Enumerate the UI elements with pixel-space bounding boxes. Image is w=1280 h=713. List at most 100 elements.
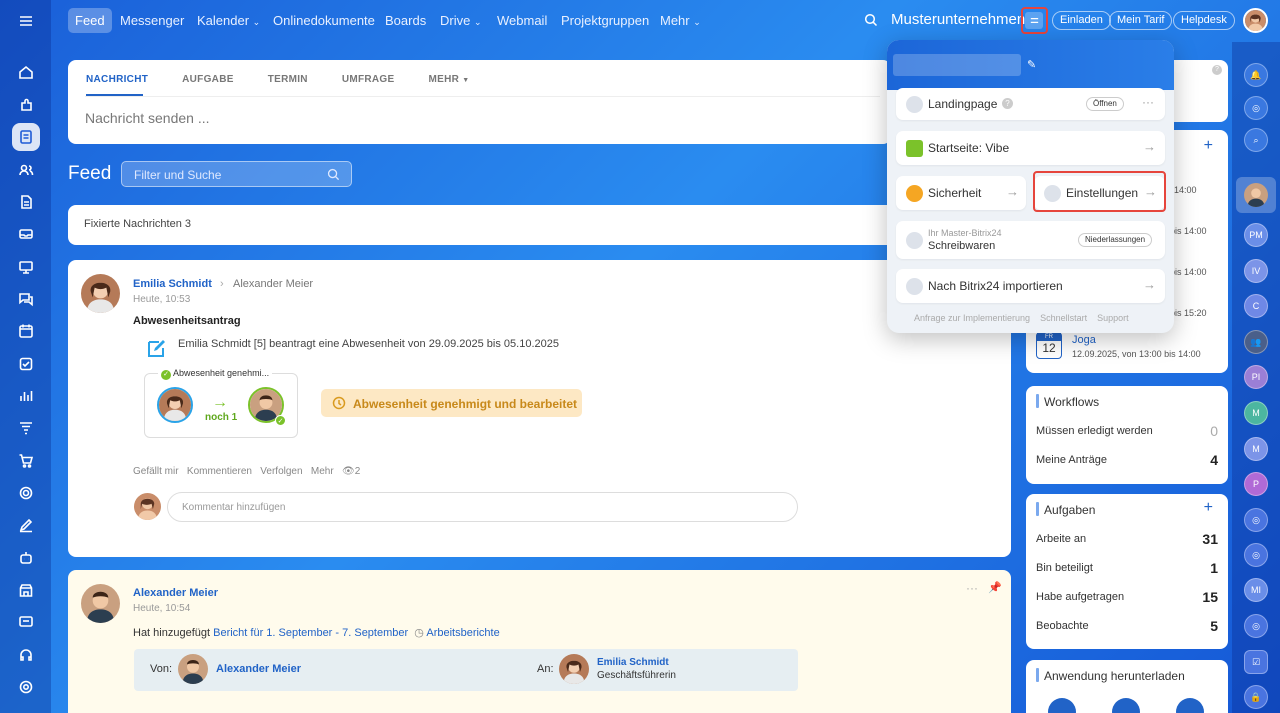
tariff-button[interactable]: Mein Tarif xyxy=(1109,11,1173,30)
landingpage-item[interactable]: Landingpage ? Öffnen ··· xyxy=(896,88,1165,120)
menu-icon[interactable] xyxy=(12,7,40,35)
post-recipient[interactable]: Alexander Meier xyxy=(233,278,313,290)
tasks-check-icon[interactable]: ☑ xyxy=(1244,650,1268,674)
like-action[interactable]: Gefällt mir xyxy=(133,466,179,477)
post-author[interactable]: Emilia Schmidt xyxy=(133,278,212,290)
tab-termin[interactable]: TERMIN xyxy=(268,74,308,85)
edit-pencil-icon[interactable]: ✎ xyxy=(1027,58,1036,71)
chart-icon[interactable] xyxy=(12,382,40,410)
company-name-field[interactable] xyxy=(893,54,1021,76)
import-item[interactable]: Nach Bitrix24 importieren → xyxy=(896,269,1165,303)
apple-icon[interactable] xyxy=(1048,698,1076,713)
follow-action[interactable]: Verfolgen xyxy=(260,466,302,477)
chat-avatar-pm[interactable]: PM xyxy=(1244,223,1268,247)
nav-mehr[interactable]: Mehr ⌄ xyxy=(653,8,708,33)
help-icon[interactable]: ? xyxy=(1212,65,1222,75)
add-task-icon[interactable]: + xyxy=(1204,499,1213,517)
implementation-link[interactable]: Anfrage zur Implementierung xyxy=(914,313,1030,323)
windows-icon[interactable] xyxy=(1112,698,1140,713)
nav-drive[interactable]: Drive ⌄ xyxy=(433,8,489,33)
appstore-icon[interactable] xyxy=(1176,698,1204,713)
nav-onlinedokumente[interactable]: Onlinedokumente xyxy=(266,8,382,33)
support-link[interactable]: Support xyxy=(1097,313,1129,323)
branches-button[interactable]: Niederlassungen xyxy=(1078,233,1153,247)
task-row-label[interactable]: Bin beteiligt xyxy=(1036,562,1093,574)
chat-avatar-alexander[interactable] xyxy=(1244,183,1268,207)
author-avatar[interactable] xyxy=(81,274,120,313)
chat-avatar-p[interactable]: P xyxy=(1244,472,1268,496)
settings-gear-icon[interactable] xyxy=(12,673,40,701)
target-icon[interactable] xyxy=(12,479,40,507)
notifications-bell-icon[interactable]: 🔔 xyxy=(1244,63,1268,87)
chat-avatar-m2[interactable]: M xyxy=(1244,437,1268,461)
search-icon[interactable] xyxy=(327,168,340,184)
author-avatar[interactable] xyxy=(81,584,120,623)
post-author[interactable]: Alexander Meier xyxy=(133,587,218,599)
to-name[interactable]: Emilia Schmidt xyxy=(597,657,669,668)
event-title[interactable]: Joga xyxy=(1072,334,1096,346)
company-name[interactable]: Musterunternehmen xyxy=(891,11,1025,28)
task-row-label[interactable]: Arbeite an xyxy=(1036,533,1086,545)
chat-avatar-pi[interactable]: PI xyxy=(1244,365,1268,389)
more-dots-icon[interactable]: ··· xyxy=(966,581,978,595)
cart-icon[interactable] xyxy=(12,447,40,475)
tab-nachricht[interactable]: NACHRICHT xyxy=(86,74,148,85)
filter-search-input[interactable]: Filter und Suche xyxy=(121,161,352,187)
tab-aufgabe[interactable]: AUFGABE xyxy=(182,74,234,85)
chat-copilot-icon-2[interactable]: ◎ xyxy=(1244,543,1268,567)
task-check-icon[interactable] xyxy=(12,350,40,378)
user-avatar[interactable] xyxy=(1243,8,1268,33)
inbox-icon[interactable] xyxy=(12,220,40,248)
reports-link[interactable]: Arbeitsberichte xyxy=(426,627,499,639)
chat-icon[interactable] xyxy=(12,285,40,313)
nav-boards[interactable]: Boards xyxy=(378,8,433,33)
approver-avatar-emilia[interactable] xyxy=(157,387,193,423)
chat-avatar-group[interactable]: 👥 xyxy=(1244,330,1268,354)
report-link[interactable]: Bericht für 1. September - 7. September xyxy=(213,627,408,639)
task-row-label[interactable]: Beobachte xyxy=(1036,620,1089,632)
nav-feed[interactable]: Feed xyxy=(68,8,112,33)
pinned-messages-bar[interactable]: Fixierte Nachrichten 3 xyxy=(68,205,891,245)
comment-input[interactable]: Kommentar hinzufügen xyxy=(167,492,798,522)
nav-messenger[interactable]: Messenger xyxy=(113,8,191,33)
chat-avatar-mi[interactable]: MI xyxy=(1244,578,1268,602)
quickstart-link[interactable]: Schnellstart xyxy=(1040,313,1087,323)
from-avatar[interactable] xyxy=(178,654,208,684)
workflow-row-label[interactable]: Meine Anträge xyxy=(1036,454,1107,466)
headset-icon[interactable] xyxy=(12,641,40,669)
tab-umfrage[interactable]: UMFRAGE xyxy=(342,74,395,85)
chat-search-icon[interactable]: ⌕ xyxy=(1244,128,1268,152)
chat-copilot-icon-3[interactable]: ◎ xyxy=(1244,614,1268,638)
comment-action[interactable]: Kommentieren xyxy=(187,466,252,477)
chat-avatar-iv[interactable]: IV xyxy=(1244,259,1268,283)
calendar-icon[interactable] xyxy=(12,317,40,345)
chat-avatar-m1[interactable]: M xyxy=(1244,401,1268,425)
message-input[interactable]: Nachricht senden ... xyxy=(85,110,210,126)
company-settings-toggle-icon[interactable] xyxy=(1025,12,1043,29)
startpage-item[interactable]: Startseite: Vibe → xyxy=(896,131,1165,165)
nav-projektgruppen[interactable]: Projektgruppen xyxy=(554,8,656,33)
contacts-icon[interactable] xyxy=(12,156,40,184)
from-name[interactable]: Alexander Meier xyxy=(216,663,301,675)
invite-button[interactable]: Einladen xyxy=(1052,11,1111,30)
security-item[interactable]: Sicherheit → xyxy=(896,176,1026,210)
home-icon[interactable] xyxy=(12,58,40,86)
workflow-row-label[interactable]: Müssen erledigt werden xyxy=(1036,425,1153,437)
robot-icon[interactable] xyxy=(12,544,40,572)
master-bitrix-item[interactable]: Ihr Master-Bitrix24 Schreibwaren Niederl… xyxy=(896,221,1165,259)
more-dots-icon[interactable]: ··· xyxy=(1142,95,1154,109)
puzzle-icon[interactable] xyxy=(12,91,40,119)
nav-kalender[interactable]: Kalender ⌄ xyxy=(190,8,267,33)
helpdesk-button[interactable]: Helpdesk xyxy=(1173,11,1235,30)
funnel-icon[interactable] xyxy=(12,414,40,442)
feed-icon[interactable] xyxy=(12,123,40,151)
open-button[interactable]: Öffnen xyxy=(1086,97,1124,111)
add-event-icon[interactable]: + xyxy=(1204,137,1213,155)
nav-webmail[interactable]: Webmail xyxy=(490,8,554,33)
tab-mehr[interactable]: MEHR ▼ xyxy=(428,74,469,85)
pen-icon[interactable] xyxy=(12,511,40,539)
search-icon[interactable] xyxy=(864,13,878,27)
chat-avatar-c[interactable]: C xyxy=(1244,294,1268,318)
pin-icon[interactable]: 📌 xyxy=(988,581,1002,594)
task-row-label[interactable]: Habe aufgetragen xyxy=(1036,591,1124,603)
